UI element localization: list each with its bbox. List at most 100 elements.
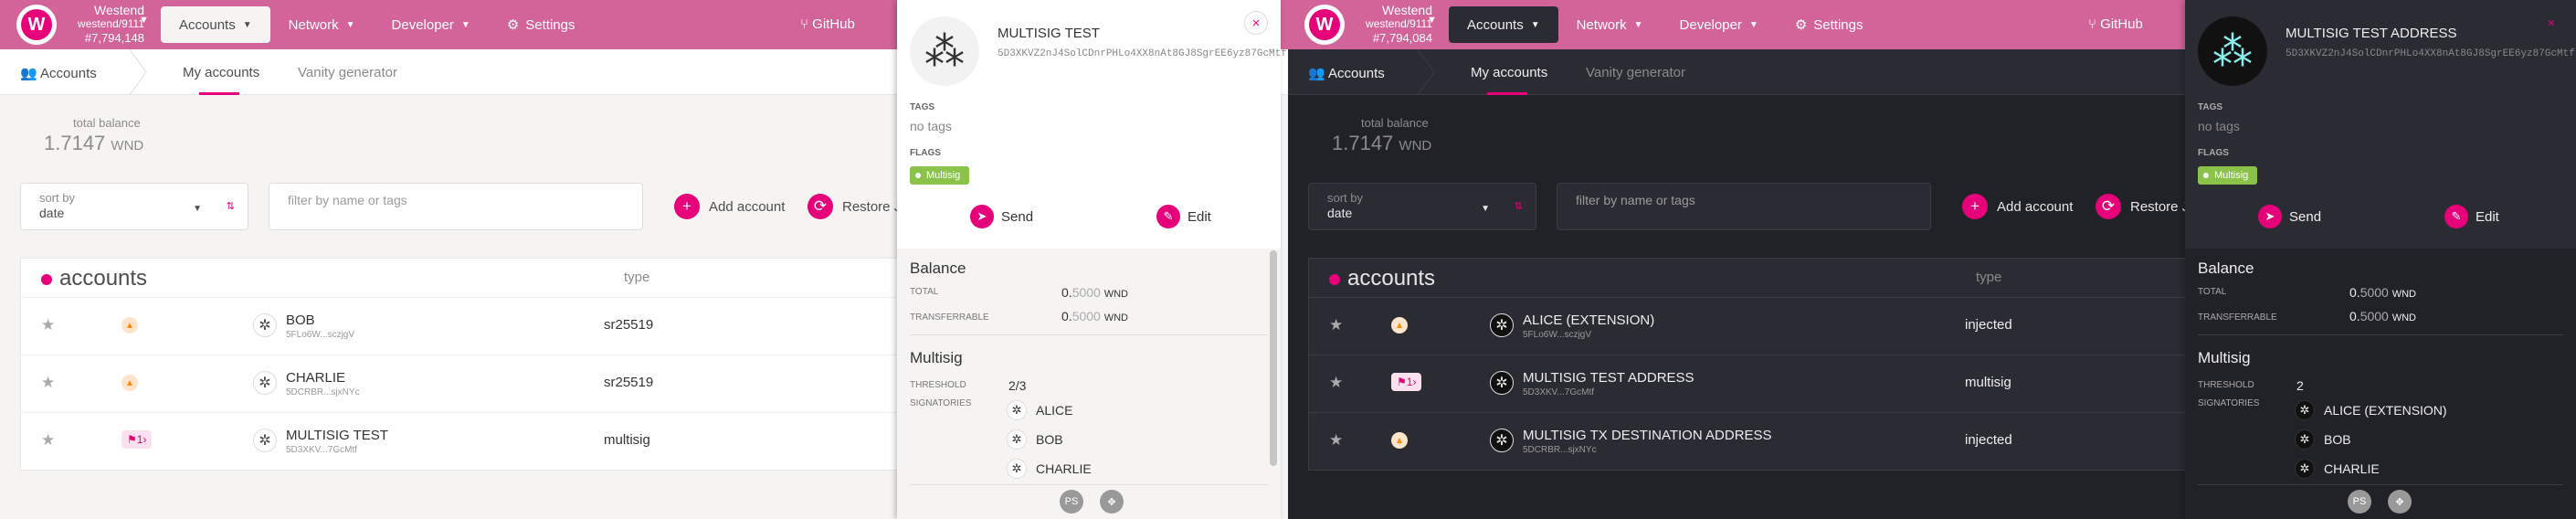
sort-dropdown[interactable]: sort by date ▼ ⇅: [1308, 183, 1536, 230]
subnav-accounts[interactable]: 👥 Accounts: [20, 65, 97, 81]
github-link[interactable]: ⑂ GitHub: [2088, 16, 2143, 32]
table-row[interactable]: ★ ▲ ✲ CHARLIE 5DCRBR...sjxNYc sr25519: [21, 355, 933, 412]
signatory-item: ✲ CHARLIE: [1007, 459, 1092, 479]
github-link[interactable]: ⑂ GitHub: [800, 16, 855, 32]
star-icon[interactable]: ★: [1329, 316, 1343, 334]
subscan-icon[interactable]: ✥: [1100, 490, 1124, 514]
add-account-button[interactable]: + Add account: [674, 194, 785, 219]
star-icon[interactable]: ★: [41, 431, 55, 450]
account-name: MULTISIG TX DESTINATION ADDRESS: [1523, 428, 1772, 443]
table-row[interactable]: ★ ⚑ 1 › ✲ MULTISIG TEST ADDRESS 5D3XKV..…: [1309, 355, 2221, 412]
warning-icon: ▲: [1391, 432, 1408, 449]
filter-input[interactable]: filter by name or tags: [269, 183, 643, 230]
account-sidebar: × ⁂ MULTISIG TEST 5D3XKVZ2nJ4SolCDnrPHLo…: [897, 0, 1287, 519]
no-tags-text: no tags: [910, 119, 952, 133]
chevron-down-icon[interactable]: ▼: [1427, 15, 1437, 26]
chain-selector[interactable]: Westend westend/9111 #7,794,084: [1345, 4, 1432, 46]
transferrable-label: TRANSFERRABLE: [910, 312, 989, 323]
restore-json-button[interactable]: ⟳ Restore JS: [2096, 194, 2198, 219]
github-label: GitHub: [812, 16, 855, 32]
menu-settings[interactable]: ⚙ Settings: [1777, 6, 1882, 43]
account-name: CHARLIE: [286, 370, 346, 386]
multisig-badge[interactable]: ⚑ 1 ›: [1391, 373, 1422, 391]
account-type: injected: [1965, 317, 2012, 333]
edit-button[interactable]: ✎ Edit: [1156, 205, 1211, 228]
menu-developer[interactable]: Developer ▼: [1662, 6, 1777, 43]
type-column-header: type: [1976, 270, 2002, 285]
subnav-accounts[interactable]: 👥 Accounts: [1308, 65, 1385, 81]
menu-accounts[interactable]: Accounts ▼: [1449, 6, 1558, 43]
filter-input[interactable]: filter by name or tags: [1557, 183, 1931, 230]
table-row[interactable]: ★ ⚑ 1 › ✲ MULTISIG TEST 5D3XKV...7GcMtf …: [21, 412, 933, 470]
transferrable-frac: 5000: [1072, 309, 1101, 323]
menu-accounts[interactable]: Accounts ▼: [161, 6, 270, 43]
signatory-name: BOB: [2324, 432, 2351, 447]
threshold-label: THRESHOLD: [910, 380, 966, 390]
menu-developer[interactable]: Developer ▼: [374, 6, 489, 43]
sidebar-details: Balance TOTAL 0.5000 WND TRANSFERRABLE 0…: [2185, 249, 2576, 519]
warning-icon: ▲: [121, 375, 138, 391]
table-row[interactable]: ★ ▲ ✲ ALICE (EXTENSION) 5FLo6W...sczjgV …: [1309, 297, 2221, 355]
code-branch-icon: ⑂: [800, 16, 813, 32]
flags-label: FLAGS: [2198, 148, 2229, 158]
send-button[interactable]: ➤ Send: [2258, 205, 2321, 228]
menu-network-label: Network: [288, 16, 339, 33]
tab-my-accounts[interactable]: My accounts: [1471, 65, 1547, 80]
breadcrumb-divider: [129, 49, 147, 95]
sort-direction-icon[interactable]: ⇅: [1515, 200, 1523, 212]
signatory-name: ALICE (EXTENSION): [2324, 403, 2447, 418]
account-type: sr25519: [604, 317, 654, 333]
subscan-icon[interactable]: ✥: [2388, 490, 2412, 514]
multisig-pending-count: 1: [136, 433, 143, 446]
scrollbar[interactable]: [1270, 250, 1277, 466]
star-icon[interactable]: ★: [41, 374, 55, 392]
close-icon[interactable]: ×: [2539, 11, 2563, 35]
account-name: BOB: [286, 312, 315, 328]
sidebar-account-name[interactable]: MULTISIG TEST ADDRESS: [2286, 26, 2457, 41]
add-account-button[interactable]: + Add account: [1962, 194, 2073, 219]
edit-button[interactable]: ✎ Edit: [2444, 205, 2499, 228]
transferrable-int: 0.: [1061, 309, 1072, 323]
close-icon[interactable]: ×: [1244, 11, 1268, 35]
chain-logo[interactable]: W: [16, 5, 57, 45]
polkassembly-icon[interactable]: PS: [2348, 490, 2371, 514]
subnav-accounts-label: Accounts: [1328, 66, 1385, 81]
multisig-badge[interactable]: ⚑ 1 ›: [121, 430, 153, 449]
tab-vanity-generator[interactable]: Vanity generator: [1586, 65, 1685, 80]
star-icon[interactable]: ★: [1329, 374, 1343, 392]
table-row[interactable]: ★ ▲ ✲ MULTISIG TX DESTINATION ADDRESS 5D…: [1309, 412, 2221, 470]
active-tab-indicator: [199, 92, 239, 95]
tab-vanity-generator[interactable]: Vanity generator: [298, 65, 397, 80]
send-button[interactable]: ➤ Send: [970, 205, 1033, 228]
edit-label: Edit: [2476, 208, 2499, 225]
sort-dropdown[interactable]: sort by date ▼ ⇅: [20, 183, 248, 230]
table-row[interactable]: ★ ▲ ✲ BOB 5FLo6W...sczjgV sr25519: [21, 297, 933, 355]
total-balance-unit: WND: [1399, 138, 1432, 154]
chain-logo[interactable]: W: [1304, 5, 1345, 45]
sidebar-account-name[interactable]: MULTISIG TEST: [998, 26, 1100, 41]
chevron-down-icon[interactable]: ▼: [139, 15, 149, 26]
tab-my-accounts[interactable]: My accounts: [183, 65, 259, 80]
menu-network[interactable]: Network ▼: [1558, 6, 1662, 43]
polkassembly-icon[interactable]: PS: [1060, 490, 1083, 514]
send-label: Send: [1001, 208, 1034, 225]
multisig-flag: Multisig: [910, 166, 970, 185]
multisig-flag: Multisig: [2198, 166, 2258, 185]
chain-selector[interactable]: Westend westend/9111 #7,794,148: [57, 4, 144, 46]
star-icon[interactable]: ★: [41, 316, 55, 334]
add-account-label: Add account: [709, 198, 786, 215]
paper-plane-icon: ➤: [2258, 205, 2282, 228]
menu-network[interactable]: Network ▼: [270, 6, 374, 43]
transferrable-value: 0.5000 WND: [2349, 309, 2416, 323]
menu-settings[interactable]: ⚙ Settings: [489, 6, 594, 43]
restore-json-button[interactable]: ⟳ Restore JS: [808, 194, 910, 219]
menu-settings-label: Settings: [1813, 16, 1863, 33]
filter-placeholder: filter by name or tags: [288, 193, 407, 207]
identicon: ✲: [2295, 459, 2315, 479]
divider: [2198, 484, 2563, 485]
sort-direction-icon[interactable]: ⇅: [227, 200, 235, 212]
account-name: MULTISIG TEST ADDRESS: [1523, 370, 1694, 386]
code-branch-icon: ⑂: [2088, 16, 2101, 32]
account-type: sr25519: [604, 375, 654, 390]
star-icon[interactable]: ★: [1329, 431, 1343, 450]
